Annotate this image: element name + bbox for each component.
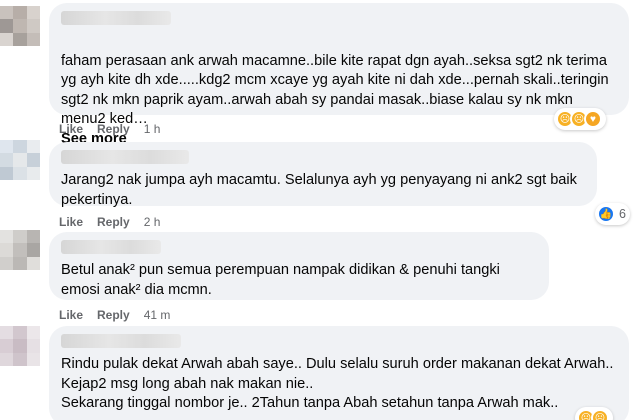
avatar[interactable] (0, 230, 40, 270)
comment-body: faham perasaan ank arwah macamne..bile k… (61, 52, 609, 128)
avatar[interactable] (0, 6, 40, 46)
reaction-summary[interactable]: 👍 6 (595, 203, 630, 225)
like-button[interactable]: Like (59, 215, 83, 229)
commenter-name-redacted[interactable] (61, 150, 189, 164)
like-button[interactable]: Like (59, 122, 83, 136)
sad-face-icon: ☹ (591, 409, 609, 420)
comment-actions: Like Reply 41 m (59, 308, 170, 322)
comment-timestamp[interactable]: 1 h (144, 122, 161, 136)
reaction-summary[interactable]: ☹ ☹ ♥ (554, 108, 606, 130)
reaction-count: 6 (619, 207, 626, 221)
reply-button[interactable]: Reply (97, 215, 130, 229)
commenter-name-redacted[interactable] (61, 334, 181, 348)
avatar[interactable] (0, 326, 40, 366)
reply-button[interactable]: Reply (97, 122, 130, 136)
comment-bubble: Jarang2 nak jumpa ayh macamtu. Selalunya… (49, 142, 597, 208)
care-hug-icon: ♥ (584, 110, 602, 128)
comment-bubble: Betul anak² pun semua perempuan nampak d… (49, 232, 549, 300)
avatar[interactable] (0, 140, 40, 180)
like-button[interactable]: Like (59, 308, 83, 322)
comment-actions: Like Reply 1 h (59, 122, 160, 136)
reply-button[interactable]: Reply (97, 308, 130, 322)
comment-actions: Like Reply 2 h (59, 215, 160, 229)
comment-bubble: Rindu pulak dekat Arwah abah saye.. Dulu… (49, 326, 629, 420)
comment-text: Jarang2 nak jumpa ayh macamtu. Selalunya… (61, 172, 577, 208)
like-thumb-icon: 👍 (597, 205, 615, 223)
comment-text: Betul anak² pun semua perempuan nampak d… (61, 262, 500, 298)
reaction-summary[interactable]: ☹ ☹ (575, 407, 613, 420)
commenter-name-redacted[interactable] (61, 240, 161, 254)
commenter-name-redacted[interactable] (61, 11, 171, 25)
comment-bubble: faham perasaan ank arwah macamne..bile k… (49, 3, 629, 147)
comment-timestamp[interactable]: 41 m (144, 308, 171, 322)
comment-text: Rindu pulak dekat Arwah abah saye.. Dulu… (61, 356, 614, 411)
comment-timestamp[interactable]: 2 h (144, 215, 161, 229)
